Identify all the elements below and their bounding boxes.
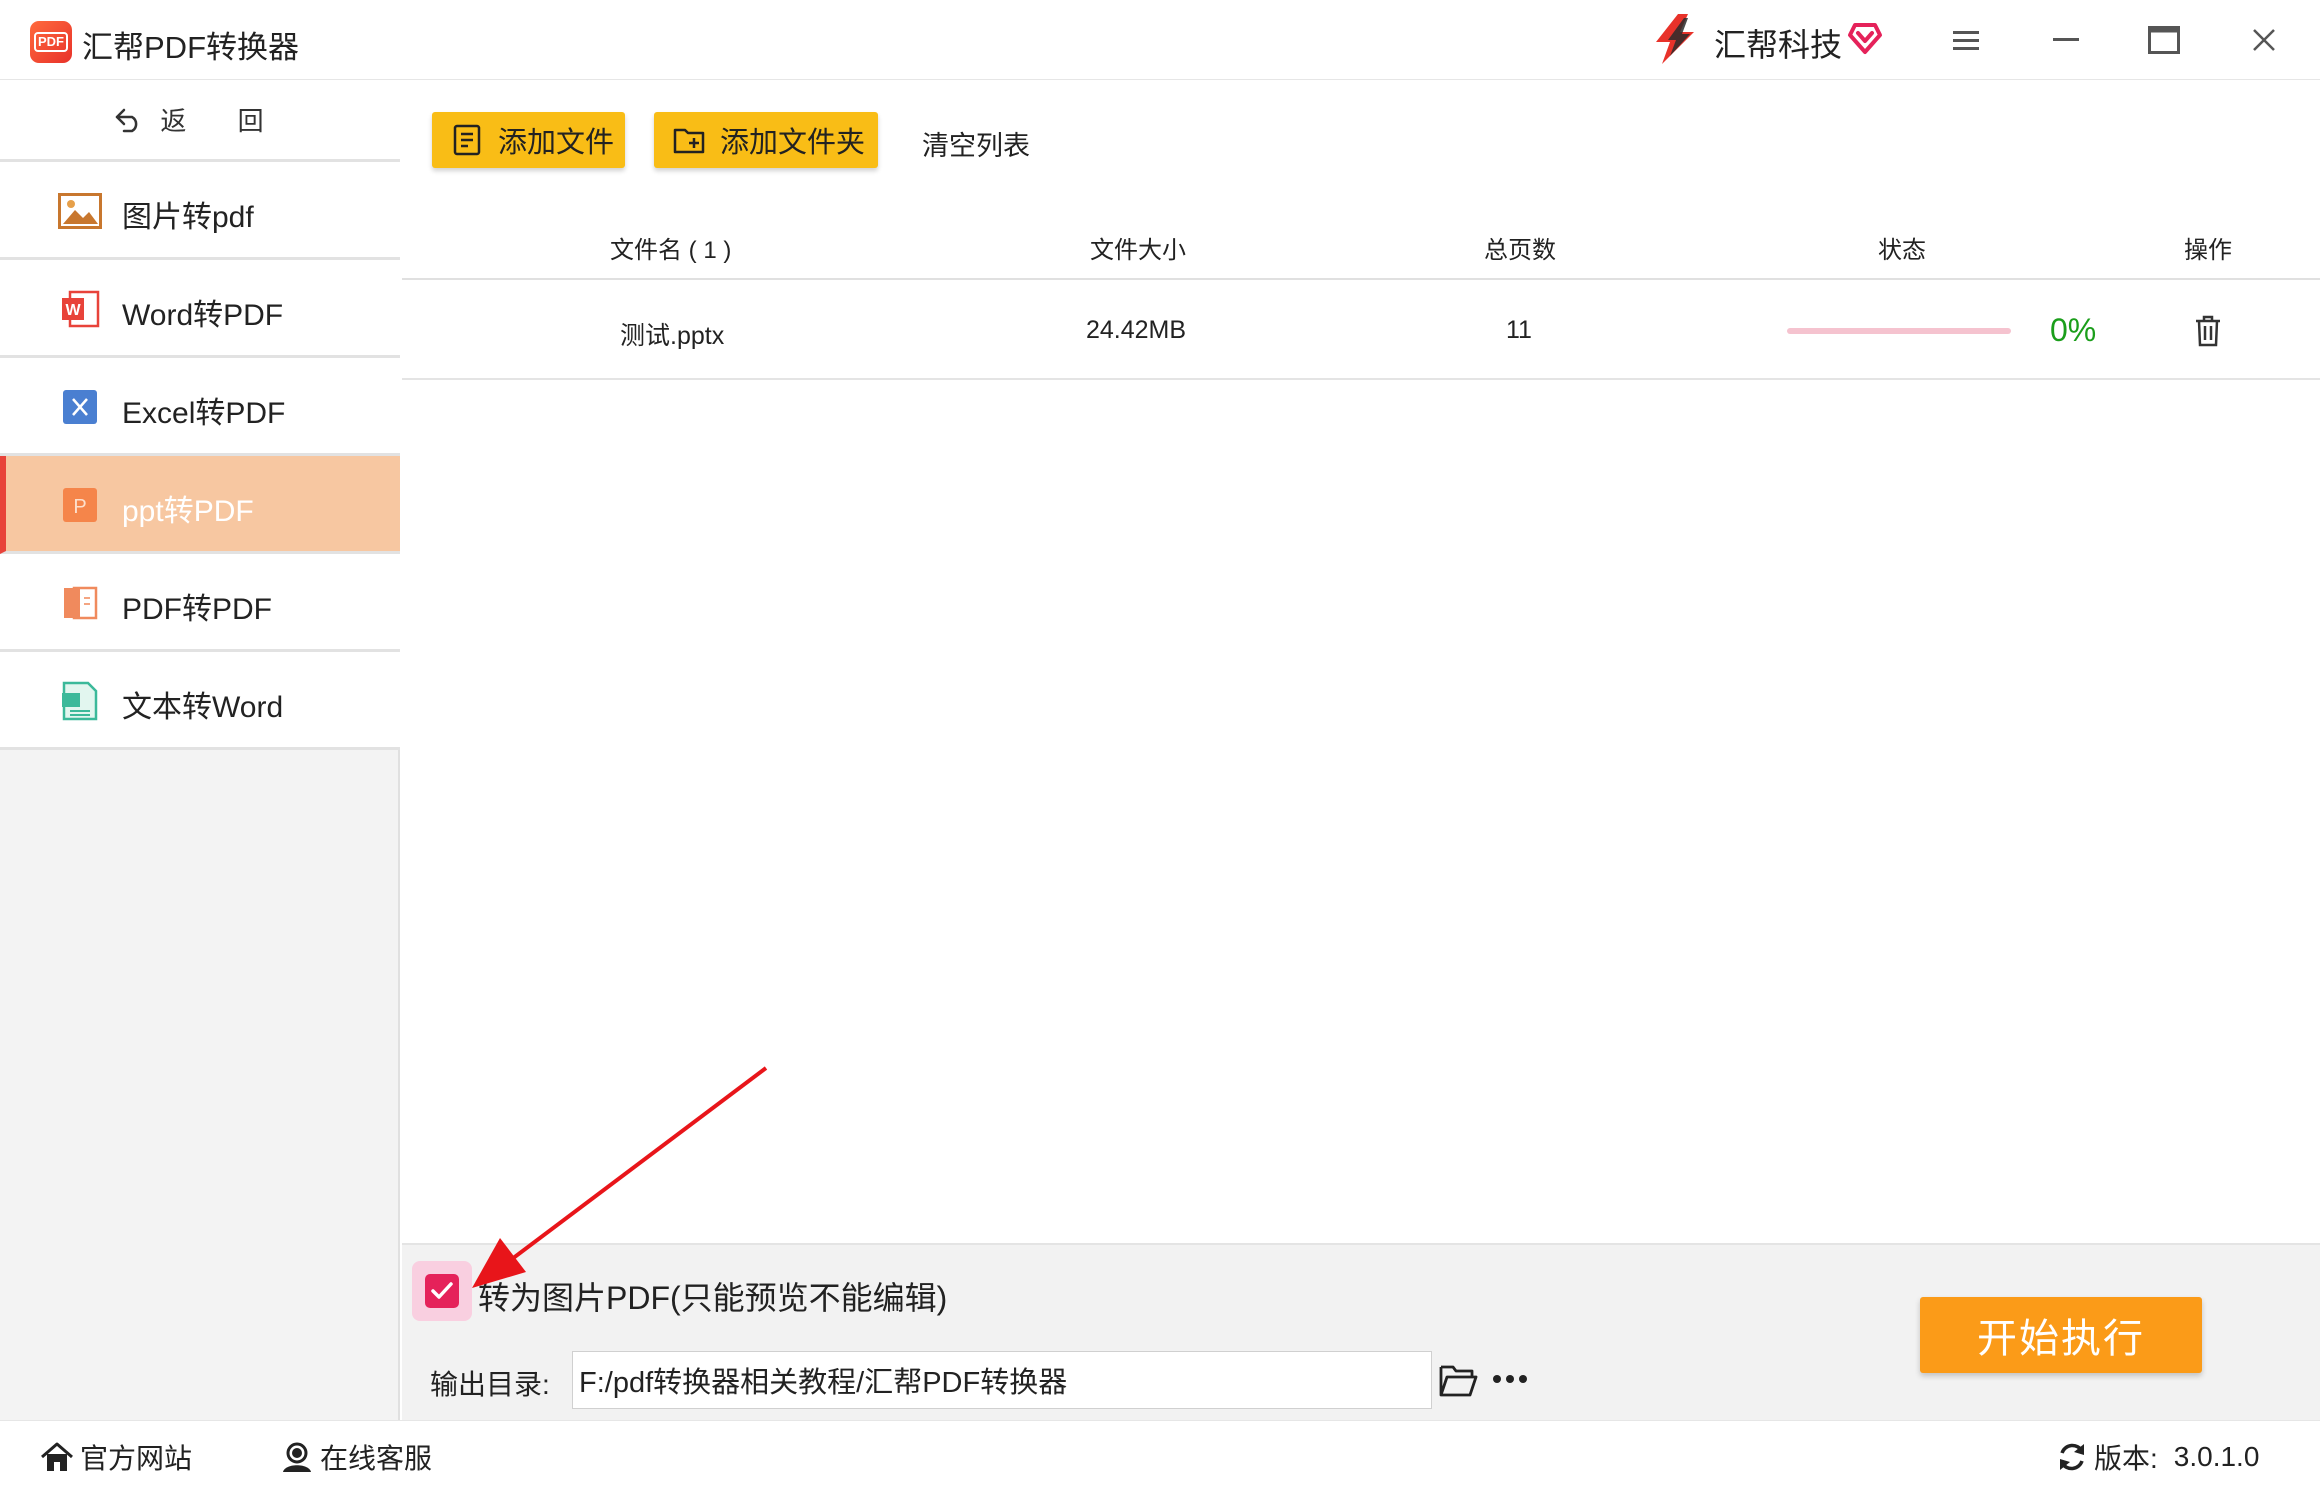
app-title: 汇帮PDF转换器	[82, 30, 299, 65]
sidebar-item-label: ppt转PDF	[122, 495, 254, 528]
column-header-size: 文件大小	[1090, 237, 1186, 264]
add-folder-button[interactable]: 添加文件夹	[654, 112, 878, 168]
brand-logo-icon	[1656, 14, 1694, 64]
text-icon	[58, 681, 102, 721]
add-file-label: 添加文件	[498, 127, 615, 159]
word-icon: W	[58, 289, 102, 329]
progress-percent: 0%	[2050, 312, 2097, 348]
checkmark-icon	[431, 1282, 453, 1299]
column-header-pages: 总页数	[1484, 237, 1556, 264]
minimize-button[interactable]	[2044, 18, 2088, 62]
image-icon	[58, 191, 102, 231]
sidebar-item-word-to-pdf[interactable]: W Word转PDF	[0, 260, 400, 358]
version-number: 3.0.1.0	[2173, 1441, 2260, 1472]
more-options-icon[interactable]	[1492, 1363, 1532, 1393]
back-label: 返 回	[160, 106, 286, 136]
delete-icon[interactable]	[2192, 314, 2224, 348]
page-count: 11	[1506, 316, 1532, 344]
sidebar-item-label: PDF转PDF	[122, 593, 272, 626]
sidebar: 返 回 图片转pdf W Word转PDF Excel转PDF P ppt转PD…	[0, 80, 400, 1420]
customer-service-icon	[283, 1442, 311, 1472]
home-icon	[41, 1442, 73, 1471]
column-header-filename: 文件名 ( 1 )	[610, 237, 732, 264]
close-icon	[2253, 29, 2275, 51]
image-pdf-checkbox[interactable]	[412, 1261, 472, 1321]
sidebar-item-label: 图片转pdf	[122, 201, 254, 234]
menu-button[interactable]	[1944, 18, 1988, 62]
options-panel: 转为图片PDF(只能预览不能编辑) 输出目录: 开始执行	[402, 1243, 2320, 1420]
title-bar: PDF 汇帮PDF转换器 汇帮科技	[0, 0, 2320, 80]
ppt-icon: P	[58, 485, 102, 525]
add-file-icon	[450, 122, 486, 158]
svg-text:P: P	[73, 496, 86, 518]
excel-icon	[58, 387, 102, 427]
website-label: 官方网站	[80, 1443, 193, 1474]
table-row[interactable]: 测试.pptx 24.42MB 11 0%	[402, 282, 2320, 380]
start-button[interactable]: 开始执行	[1920, 1297, 2202, 1373]
add-folder-icon	[672, 122, 708, 158]
refresh-icon	[2060, 1443, 2084, 1471]
version-info[interactable]: 版本: 3.0.1.0	[2056, 1437, 2259, 1477]
official-website-link[interactable]: 官方网站	[40, 1437, 192, 1477]
app-logo-icon: PDF	[30, 21, 72, 63]
main-panel: 添加文件 添加文件夹 清空列表 文件名 ( 1 ) 文件大小 总页数 状态 操作…	[402, 80, 2320, 1243]
online-service-link[interactable]: 在线客服	[280, 1437, 432, 1477]
image-pdf-label[interactable]: 转为图片PDF(只能预览不能编辑)	[478, 1273, 947, 1319]
sidebar-item-ppt-to-pdf[interactable]: P ppt转PDF	[0, 456, 400, 554]
output-dir-input[interactable]	[572, 1351, 1432, 1409]
sidebar-item-label: Excel转PDF	[122, 397, 286, 430]
file-size: 24.42MB	[1086, 316, 1187, 344]
close-button[interactable]	[2242, 18, 2286, 62]
maximize-icon	[2148, 26, 2180, 54]
maximize-button[interactable]	[2142, 18, 2186, 62]
sidebar-item-label: 文本转Word	[122, 691, 284, 724]
status-bar: 官方网站 在线客服 版本: 3.0.1.0	[0, 1420, 2320, 1490]
table-header: 文件名 ( 1 ) 文件大小 总页数 状态 操作	[402, 212, 2320, 280]
minimize-icon	[2053, 38, 2079, 41]
clear-list-button[interactable]: 清空列表	[922, 124, 1030, 163]
pdf-icon	[58, 583, 102, 623]
back-arrow-icon	[116, 108, 138, 132]
sidebar-item-label: Word转PDF	[122, 299, 284, 332]
progress-bar	[1787, 328, 2011, 334]
vip-heart-icon[interactable]	[1846, 18, 1884, 56]
sidebar-item-excel-to-pdf[interactable]: Excel转PDF	[0, 358, 400, 456]
column-header-status: 状态	[1878, 237, 1926, 264]
add-file-button[interactable]: 添加文件	[432, 112, 625, 168]
sidebar-item-text-to-word[interactable]: 文本转Word	[0, 652, 400, 750]
folder-open-icon[interactable]	[1438, 1361, 1478, 1399]
brand-name: 汇帮科技	[1714, 27, 1843, 63]
column-header-action: 操作	[2184, 237, 2232, 264]
hamburger-icon	[1953, 31, 1979, 50]
file-name: 测试.pptx	[620, 322, 725, 350]
back-button[interactable]: 返 回	[0, 80, 400, 162]
checkbox-box	[425, 1274, 459, 1308]
svg-text:W: W	[65, 302, 81, 319]
version-label: 版本:	[2094, 1443, 2158, 1474]
add-folder-label: 添加文件夹	[720, 127, 866, 159]
sidebar-item-image-to-pdf[interactable]: 图片转pdf	[0, 162, 400, 260]
output-dir-label: 输出目录:	[430, 1369, 550, 1400]
service-label: 在线客服	[320, 1443, 433, 1474]
sidebar-item-pdf-to-pdf[interactable]: PDF转PDF	[0, 554, 400, 652]
